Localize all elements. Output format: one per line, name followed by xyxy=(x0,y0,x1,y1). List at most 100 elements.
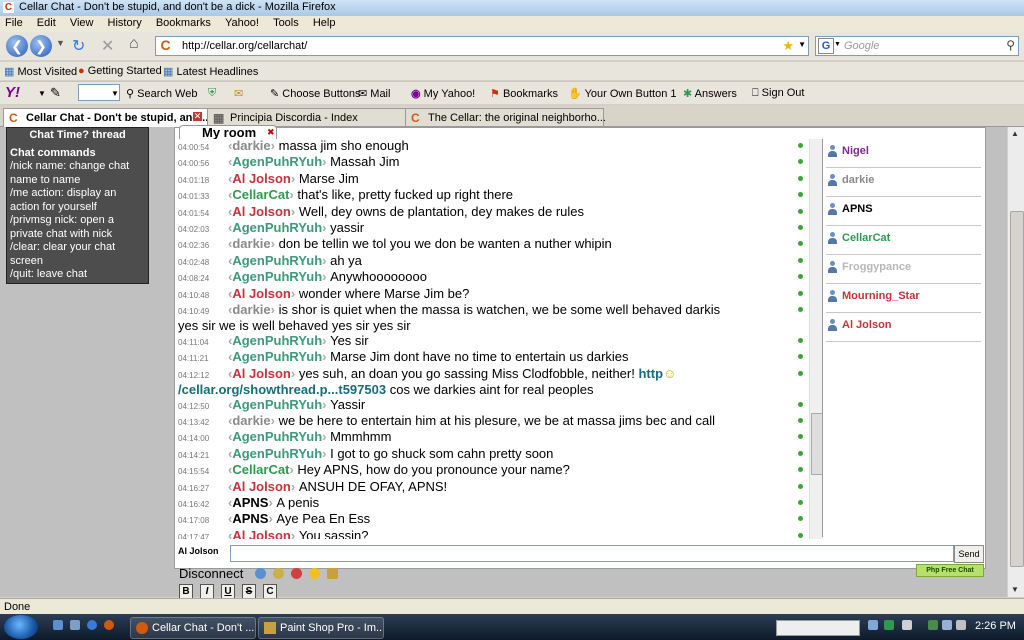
page-scroll-thumb[interactable] xyxy=(1010,211,1024,567)
tray-icon-3[interactable] xyxy=(902,620,912,630)
forward-button[interactable]: ❯ xyxy=(30,35,52,57)
user-list-item[interactable]: APNS xyxy=(826,197,981,226)
close-room-icon[interactable]: ✖ xyxy=(267,127,275,138)
message-input[interactable] xyxy=(230,545,954,562)
message-nick[interactable]: AgenPuhRYuh xyxy=(232,397,322,412)
start-button[interactable] xyxy=(4,615,38,639)
taskbar-paint-shop-pro[interactable]: Paint Shop Pro - Im... xyxy=(258,617,384,639)
bookmark-most-visited[interactable]: ▦ Most Visited xyxy=(4,65,77,78)
sound-icon[interactable] xyxy=(291,568,302,579)
shield-icon[interactable]: ⛨ xyxy=(208,87,216,100)
message-nick[interactable]: Al Jolson xyxy=(232,286,291,301)
message-link-start[interactable]: http xyxy=(638,366,663,381)
user-list-item[interactable]: Al Jolson xyxy=(826,313,981,342)
message-link[interactable]: /cellar.org/showthread.p...t597503 xyxy=(178,382,386,397)
user-list-item[interactable]: darkie xyxy=(826,168,981,197)
menu-help[interactable]: Help xyxy=(313,17,336,29)
taskbar-firefox[interactable]: Cellar Chat - Don't ... xyxy=(130,617,256,639)
search-engine-icon[interactable]: G xyxy=(818,38,834,54)
message-nick[interactable]: Al Jolson xyxy=(232,479,291,494)
globe-icon[interactable] xyxy=(255,568,266,579)
my-yahoo[interactable]: ◉ My Yahoo! xyxy=(411,87,475,100)
message-nick[interactable]: Al Jolson xyxy=(232,528,291,539)
tab-the-cellar[interactable]: C The Cellar: the original neighborho... xyxy=(405,108,606,126)
yahoo-answers[interactable]: ✱ Answers xyxy=(683,87,737,100)
message-scrollbar[interactable] xyxy=(809,139,823,539)
menu-yahoo[interactable]: Yahoo! xyxy=(225,17,259,29)
menu-tools[interactable]: Tools xyxy=(273,17,299,29)
yahoo-bookmarks[interactable]: ⚑ Bookmarks xyxy=(490,87,558,100)
smiley-icon[interactable] xyxy=(309,568,320,579)
tray-icon-1[interactable] xyxy=(868,620,878,630)
scroll-up-icon[interactable]: ▲ xyxy=(1011,129,1019,138)
home-icon[interactable]: ⌂ xyxy=(129,35,139,53)
message-nick[interactable]: CellarCat xyxy=(232,187,289,202)
search-icon[interactable]: ⚲ xyxy=(1006,38,1015,52)
strike-button[interactable]: S xyxy=(242,584,256,599)
message-nick[interactable]: AgenPuhRYuh xyxy=(232,220,322,235)
clock-icon[interactable] xyxy=(273,568,284,579)
page-scrollbar[interactable]: ▲ ▼ xyxy=(1007,127,1024,597)
disconnect-link[interactable]: Disconnect xyxy=(179,566,243,581)
pencil-icon[interactable]: ✎ xyxy=(50,85,61,101)
tray-icon-2[interactable] xyxy=(884,620,894,630)
message-nick[interactable]: darkie xyxy=(232,413,270,428)
reload-icon[interactable]: ↻ xyxy=(72,36,85,56)
php-free-chat-badge[interactable]: Php Free Chat xyxy=(916,564,984,577)
scroll-down-icon[interactable]: ▼ xyxy=(1011,585,1019,594)
bookmark-latest-headlines[interactable]: ▦ Latest Headlines xyxy=(163,65,258,78)
menu-bookmarks[interactable]: Bookmarks xyxy=(156,17,211,29)
url-dropdown-icon[interactable]: ▼ xyxy=(798,40,806,49)
tray-icon-4[interactable] xyxy=(956,620,966,630)
message-nick[interactable]: AgenPuhRYuh xyxy=(232,429,322,444)
menu-view[interactable]: View xyxy=(70,17,94,29)
user-icon[interactable] xyxy=(327,568,338,579)
tab-cellar-chat[interactable]: C Cellar Chat - Don't be stupid, and ...… xyxy=(3,108,211,127)
message-nick[interactable]: AgenPuhRYuh xyxy=(232,269,322,284)
search-box[interactable]: G ▼ Google ⚲ xyxy=(815,36,1019,56)
underline-button[interactable]: U xyxy=(221,584,235,599)
color-button[interactable]: C xyxy=(263,584,277,599)
room-tab[interactable]: My room ✖ xyxy=(179,125,277,140)
message-nick[interactable]: Al Jolson xyxy=(232,171,291,186)
history-dropdown-icon[interactable]: ▼ xyxy=(56,38,65,48)
show-desktop-icon[interactable] xyxy=(53,620,63,630)
message-nick[interactable]: CellarCat xyxy=(232,462,289,477)
close-tab-icon[interactable]: ✕ xyxy=(193,112,202,121)
firefox-quicklaunch-icon[interactable] xyxy=(104,620,114,630)
menu-file[interactable]: File xyxy=(5,17,23,29)
envelope-lock-icon[interactable]: ✉ xyxy=(234,87,243,100)
yahoo-sign-out[interactable]: ⎕ Sign Out xyxy=(752,87,804,100)
message-nick[interactable]: AgenPuhRYuh xyxy=(232,333,322,348)
message-nick[interactable]: darkie xyxy=(232,139,270,153)
yahoo-dropdown-icon[interactable]: ▼ xyxy=(38,89,46,98)
bookmark-star-icon[interactable]: ★ xyxy=(782,38,794,54)
menu-history[interactable]: History xyxy=(108,17,142,29)
tab-principia-discordia[interactable]: ▦ Principia Discordia - Index xyxy=(207,108,406,126)
bookmark-getting-started[interactable]: ● Getting Started xyxy=(78,65,162,77)
taskbar-search-box[interactable] xyxy=(776,620,860,636)
message-nick[interactable]: APNS xyxy=(232,495,268,510)
bold-button[interactable]: B xyxy=(179,584,193,599)
message-nick[interactable]: darkie xyxy=(232,302,270,317)
choose-buttons[interactable]: ✎ Choose Buttons xyxy=(270,87,361,100)
stop-icon[interactable]: ✕ xyxy=(101,36,114,56)
back-button[interactable]: ❮ xyxy=(6,35,28,57)
yahoo-search-web[interactable]: ⚲ Search Web xyxy=(126,87,197,100)
message-nick[interactable]: darkie xyxy=(232,236,270,251)
user-list-item[interactable]: CellarCat xyxy=(826,226,981,255)
italic-button[interactable]: I xyxy=(200,584,214,599)
volume-icon[interactable] xyxy=(942,620,952,630)
message-nick[interactable]: AgenPuhRYuh xyxy=(232,446,322,461)
message-nick[interactable]: Al Jolson xyxy=(232,366,291,381)
network-icon[interactable] xyxy=(928,620,938,630)
message-nick[interactable]: AgenPuhRYuh xyxy=(232,349,322,364)
send-button[interactable]: Send xyxy=(954,545,984,563)
yahoo-search-dropdown-icon[interactable]: ▼ xyxy=(111,89,119,98)
user-list-item[interactable]: Nigel xyxy=(826,139,981,168)
user-list-item[interactable]: Mourning_Star xyxy=(826,284,981,313)
url-bar[interactable]: C http://cellar.org/cellarchat/ ★ ▼ xyxy=(155,36,809,56)
engine-dropdown-icon[interactable]: ▼ xyxy=(834,41,841,48)
chat-time-thread-link[interactable]: Chat Time? thread xyxy=(7,128,148,142)
message-nick[interactable]: APNS xyxy=(232,511,268,526)
